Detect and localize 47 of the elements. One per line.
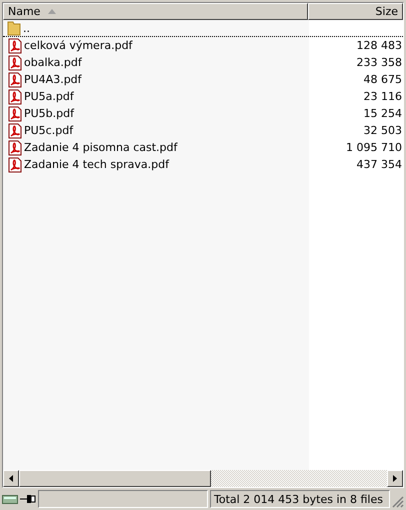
file-name: .. xyxy=(23,22,30,34)
file-name: celková výmera.pdf xyxy=(24,39,132,52)
file-name: Zadanie 4 pisomna cast.pdf xyxy=(24,141,178,154)
file-size: 48 675 xyxy=(362,73,402,86)
file-row[interactable]: PU4A3.pdf 48 675 xyxy=(3,71,403,88)
file-name: PU5c.pdf xyxy=(24,124,74,137)
pdf-file-icon xyxy=(7,140,23,156)
horizontal-scrollbar[interactable] xyxy=(3,470,403,487)
file-name: PU5a.pdf xyxy=(24,90,74,103)
file-row[interactable]: PU5a.pdf 23 116 xyxy=(3,88,403,105)
file-row[interactable]: obalka.pdf 233 358 xyxy=(3,54,403,71)
scroll-left-button[interactable] xyxy=(3,470,19,487)
drive-icon xyxy=(2,494,18,504)
file-size: 32 503 xyxy=(362,124,402,137)
file-row[interactable]: PU5b.pdf 15 254 xyxy=(3,105,403,122)
sort-arrow-icon xyxy=(48,9,56,14)
file-size: 1 095 710 xyxy=(345,141,402,154)
file-row[interactable]: Zadanie 4 pisomna cast.pdf 1 095 710 xyxy=(3,139,403,156)
pdf-file-icon xyxy=(7,106,23,122)
file-row[interactable]: Zadanie 4 tech sprava.pdf 437 354 xyxy=(3,156,403,173)
file-name: Zadanie 4 tech sprava.pdf xyxy=(24,158,169,171)
left-arrow-icon xyxy=(9,475,13,482)
scroll-thumb[interactable] xyxy=(19,470,211,487)
file-name: PU5b.pdf xyxy=(24,107,74,120)
column-header[interactable]: Size xyxy=(308,3,403,20)
pdf-file-icon xyxy=(7,54,23,70)
file-size: 437 354 xyxy=(356,158,402,171)
file-size: 15 254 xyxy=(362,107,402,120)
file-size: 23 116 xyxy=(362,90,402,103)
file-name: obalka.pdf xyxy=(24,56,82,69)
file-row[interactable]: PU5c.pdf 32 503 xyxy=(3,122,403,139)
file-size: 128 483 xyxy=(356,39,402,52)
file-row[interactable]: celková výmera.pdf 128 483 xyxy=(3,37,403,54)
file-size: 233 358 xyxy=(356,56,402,69)
column-header[interactable]: Name xyxy=(3,3,308,20)
resize-grip-icon[interactable] xyxy=(392,496,404,508)
pdf-file-icon xyxy=(7,72,23,88)
status-total: Total 2 014 453 bytes in 8 files xyxy=(210,490,390,508)
pdf-file-icon xyxy=(7,38,23,54)
pdf-file-icon xyxy=(7,156,23,172)
file-name: PU4A3.pdf xyxy=(24,73,82,86)
file-row[interactable]: .. xyxy=(3,20,403,37)
plug-icon xyxy=(20,494,36,504)
pdf-file-icon xyxy=(7,88,23,104)
right-arrow-icon xyxy=(393,475,397,482)
pdf-file-icon xyxy=(7,122,23,138)
scroll-right-button[interactable] xyxy=(387,470,403,487)
